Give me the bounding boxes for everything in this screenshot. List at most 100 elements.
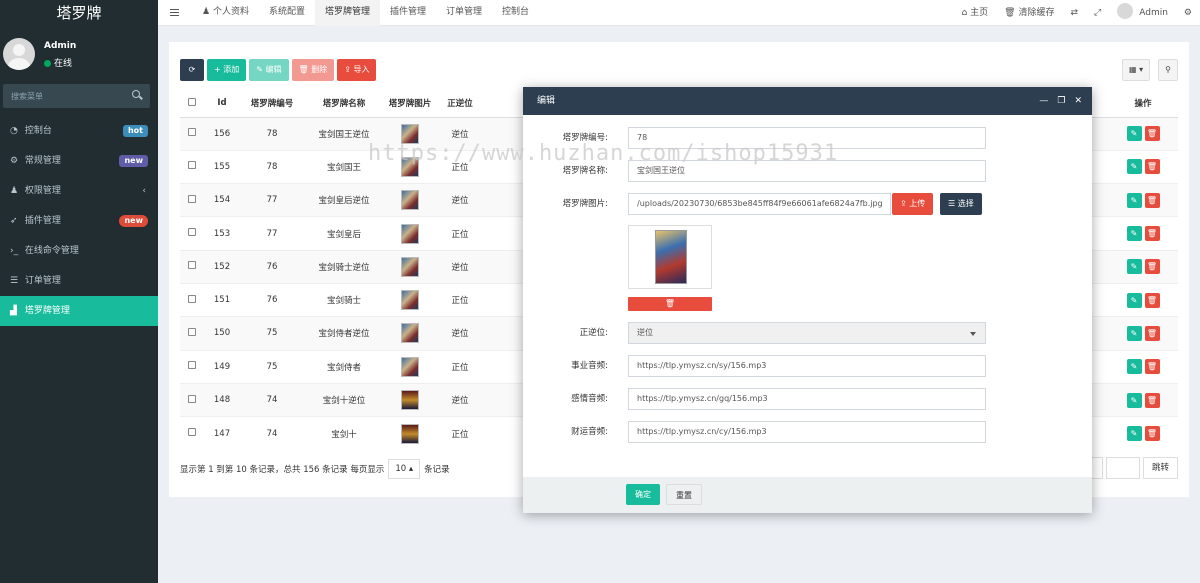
tarot-thumbnail[interactable] [401,356,419,377]
col-image[interactable]: 塔罗牌图片 [384,90,436,118]
row-select-cell[interactable] [180,183,204,217]
upload-button[interactable]: ⇪ 上传 [892,193,934,215]
clear-cache-link[interactable]: 🗑 清除缓存 [996,0,1062,26]
delete-row-icon[interactable]: 🗑 [1144,126,1160,142]
edit-row-icon[interactable]: ✎ [1126,226,1142,242]
row-select-cell[interactable] [180,149,204,184]
edit-row-icon[interactable]: ✎ [1126,359,1142,375]
app-logo[interactable]: 塔罗牌 [0,0,158,28]
row-checkbox[interactable] [188,361,196,370]
fullscreen-icon[interactable]: ⤢ [1086,0,1109,26]
tarot-thumbnail[interactable] [401,223,419,244]
row-select-cell[interactable] [180,216,204,251]
tab-dashboard[interactable]: 控制台 [492,0,539,26]
col-number[interactable]: 塔罗牌编号 [240,90,304,118]
cell-position[interactable]: 逆位 [436,382,484,417]
delete-row-icon[interactable]: 🗑 [1144,359,1160,375]
row-select-cell[interactable] [180,416,204,450]
columns-button[interactable]: ▦ ▾ [1122,59,1151,81]
menu-toggle-icon[interactable] [170,9,179,16]
add-button[interactable]: + 添加 [207,59,247,81]
remove-image-button[interactable]: 🗑 [628,297,712,311]
row-checkbox[interactable] [188,228,196,237]
reset-button[interactable]: 重置 [666,484,702,505]
col-position[interactable]: 正逆位 [436,90,484,118]
select-all-cell[interactable] [180,90,204,118]
edit-row-icon[interactable]: ✎ [1126,259,1142,275]
col-name[interactable]: 塔罗牌名称 [304,90,384,118]
choose-button[interactable]: ☰ 选择 [940,193,982,215]
row-checkbox[interactable] [188,161,196,170]
delete-row-icon[interactable]: 🗑 [1144,426,1160,442]
refresh-button[interactable]: ⟳ [180,59,204,81]
position-select[interactable]: 逆位 [628,322,986,344]
edit-row-icon[interactable]: ✎ [1126,192,1142,208]
row-checkbox[interactable] [188,428,196,437]
minimize-icon[interactable]: — [1039,87,1048,115]
sidebar-item-dashboard[interactable]: ◔ 控制台 hot [0,116,158,146]
jump-button[interactable]: 跳转 [1142,457,1178,479]
delete-row-icon[interactable]: 🗑 [1144,192,1160,208]
row-select-cell[interactable] [180,382,204,417]
select-all-checkbox[interactable] [188,97,196,106]
delete-row-icon[interactable]: 🗑 [1144,159,1160,175]
cell-position[interactable]: 逆位 [436,249,484,284]
tab-addons[interactable]: 插件管理 [380,0,436,26]
import-button[interactable]: ⇪ 导入 [337,59,377,81]
image-path-field[interactable]: /uploads/20230730/6853be845ff84f9e66061a… [628,193,891,215]
wealth-audio-field[interactable]: https://tlp.ymysz.cn/cy/156.mp3 [628,421,986,443]
tab-orders[interactable]: 订单管理 [436,0,492,26]
col-id[interactable]: Id [204,90,240,118]
edit-row-icon[interactable]: ✎ [1126,325,1142,341]
row-checkbox[interactable] [188,327,196,336]
jump-page-input[interactable] [1105,457,1140,479]
cell-position[interactable]: 逆位 [436,183,484,217]
close-icon[interactable]: ✕ [1074,87,1082,115]
sidebar-item-auth[interactable]: ♟ 权限管理 ‹ [0,176,158,206]
page-size-select[interactable]: 10 ▴ [388,459,421,479]
row-checkbox[interactable] [188,261,196,270]
tarot-thumbnail[interactable] [401,323,419,344]
menu-search-input[interactable]: 搜索菜单 [3,84,150,108]
row-select-cell[interactable] [180,249,204,284]
career-audio-field[interactable]: https://tlp.ymysz.cn/sy/156.mp3 [628,355,986,377]
row-select-cell[interactable] [180,116,204,151]
sidebar-item-orders[interactable]: ☰ 订单管理 [0,266,158,296]
tab-config[interactable]: 系统配置 [259,0,315,26]
edit-row-icon[interactable]: ✎ [1126,426,1142,442]
home-link[interactable]: ⌂ 主页 [954,0,997,26]
row-checkbox[interactable] [188,294,196,303]
love-audio-field[interactable]: https://tlp.ymysz.cn/gq/156.mp3 [628,388,986,410]
delete-row-icon[interactable]: 🗑 [1144,292,1160,308]
cell-position[interactable]: 逆位 [436,316,484,351]
sidebar-item-addons[interactable]: ➶ 插件管理 new [0,206,158,236]
row-select-cell[interactable] [180,282,204,317]
delete-button[interactable]: 🗑 删除 [291,59,335,81]
row-checkbox[interactable] [188,128,196,137]
edit-button[interactable]: ✎ 编辑 [249,59,289,81]
edit-row-icon[interactable]: ✎ [1126,159,1142,175]
edit-row-icon[interactable]: ✎ [1126,292,1142,308]
sidebar-item-tarot[interactable]: ▟ 塔罗牌管理 [0,296,158,326]
search-button[interactable]: ⚲ [1158,59,1178,81]
edit-row-icon[interactable]: ✎ [1126,126,1142,142]
delete-row-icon[interactable]: 🗑 [1144,259,1160,275]
row-select-cell[interactable] [180,349,204,384]
search-icon[interactable] [132,90,140,98]
delete-row-icon[interactable]: 🗑 [1144,325,1160,341]
confirm-button[interactable]: 确定 [626,484,660,505]
tab-tarot[interactable]: 塔罗牌管理 [314,0,380,26]
sidebar-item-general[interactable]: ⚙ 常规管理 new [0,146,158,176]
tab-profile[interactable]: ♟ 个人资料 [192,0,259,26]
delete-row-icon[interactable]: 🗑 [1144,392,1160,408]
row-select-cell[interactable] [180,316,204,351]
gears-icon[interactable]: ⚙ [1176,0,1200,26]
tarot-thumbnail[interactable] [401,190,419,211]
user-menu[interactable]: Admin [1109,0,1176,26]
tarot-thumbnail[interactable] [401,256,419,277]
row-checkbox[interactable] [188,194,196,203]
tarot-thumbnail[interactable] [401,423,419,444]
delete-row-icon[interactable]: 🗑 [1144,226,1160,242]
tarot-thumbnail[interactable] [401,290,419,311]
translate-icon[interactable]: ⇄ [1062,0,1086,26]
